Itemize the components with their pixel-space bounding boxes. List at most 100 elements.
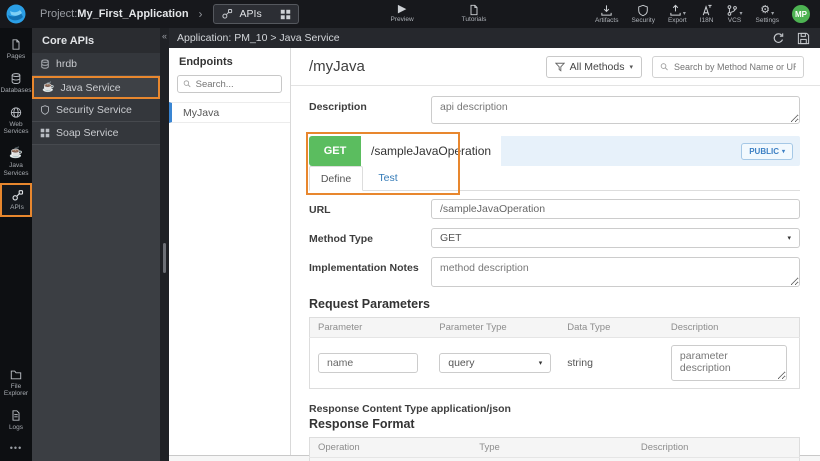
api-title: /myJava: [309, 58, 365, 75]
http-method-badge[interactable]: GET: [309, 136, 361, 166]
tab-apis[interactable]: APIs: [212, 4, 299, 24]
preview-label: Preview: [390, 16, 414, 24]
caret-down-icon: ▾: [629, 63, 633, 71]
preview-button[interactable]: ▶ Preview: [391, 4, 414, 24]
method-type-select[interactable]: GET ▾: [431, 228, 800, 248]
project-label[interactable]: Project:My_First_Application: [40, 8, 189, 20]
endpoints-search-input[interactable]: [195, 78, 276, 90]
database-icon: [11, 72, 21, 84]
user-avatar[interactable]: MP: [792, 5, 810, 23]
endpoint-item-myjava[interactable]: MyJava: [169, 102, 290, 123]
left-icon-sidebar: Pages Databases Web Services ☕ Java Serv…: [0, 28, 32, 461]
download-icon: [601, 5, 612, 16]
method-search-input[interactable]: [673, 61, 796, 72]
column-header: Parameter Type: [431, 317, 560, 338]
caret-down-icon: ▾: [787, 235, 791, 242]
column-header: Description: [662, 317, 800, 338]
settings-label: Settings: [755, 16, 780, 24]
panel-collapse-strip: «: [160, 28, 169, 461]
core-api-label: Security Service: [56, 104, 132, 116]
security-label: Security: [631, 16, 655, 24]
sidebar-item-databases[interactable]: Databases: [0, 66, 32, 100]
column-header: Type: [471, 437, 633, 458]
pages-label: Pages: [6, 53, 26, 60]
language-icon: [702, 4, 712, 16]
operation-header: GET /sampleJavaOperation PUBLIC ▾: [309, 136, 800, 166]
core-api-item-java-service[interactable]: ☕ Java Service: [32, 76, 160, 99]
topbar-actions: Artifacts Security ▾ Export I18N ▾ VCS ⚙…: [595, 4, 810, 25]
access-label: PUBLIC: [749, 146, 779, 156]
settings-button[interactable]: ⚙ ▾ Settings: [756, 4, 780, 25]
operation-block: GET /sampleJavaOperation PUBLIC ▾ Define…: [306, 132, 800, 195]
parameter-type-select[interactable]: query ▾: [439, 353, 552, 373]
all-methods-dropdown[interactable]: All Methods ▾: [545, 55, 642, 78]
sidebar-item-pages[interactable]: Pages: [0, 32, 32, 66]
tab-test[interactable]: Test: [363, 166, 413, 190]
tutorials-button[interactable]: Tutorials: [462, 4, 486, 24]
core-api-item-soap-service[interactable]: Soap Service: [32, 122, 160, 145]
tab-define[interactable]: Define: [309, 166, 363, 191]
sidebar-item-logs[interactable]: Logs: [0, 403, 32, 437]
soap-icon: [40, 128, 50, 138]
shield-icon: [638, 4, 648, 16]
access-dropdown[interactable]: PUBLIC ▾: [741, 142, 793, 160]
play-icon: ▶: [397, 3, 407, 16]
document-icon: [470, 5, 478, 16]
artifacts-button[interactable]: Artifacts: [595, 4, 618, 25]
pages-icon: [12, 39, 20, 50]
artifacts-label: Artifacts: [594, 16, 619, 24]
collapse-panel-icon[interactable]: «: [160, 28, 169, 44]
type-cell: string: [471, 458, 633, 461]
sidebar-item-java-services[interactable]: ☕ Java Services: [0, 141, 32, 183]
operation-cell: sampleJavaOperation: [310, 458, 472, 461]
file-explorer-label: File Explorer: [3, 382, 29, 398]
operation-path[interactable]: /sampleJavaOperation: [361, 136, 502, 166]
core-api-label: Java Service: [60, 81, 121, 94]
logs-label: Logs: [8, 424, 24, 432]
sidebar-item-file-explorer[interactable]: File Explorer: [0, 362, 32, 404]
parameter-description-textarea[interactable]: parameter description: [670, 345, 787, 381]
url-input[interactable]: [431, 199, 800, 219]
export-button[interactable]: ▾ Export: [668, 4, 687, 25]
description-textarea[interactable]: api description: [431, 96, 800, 124]
more-options-icon[interactable]: •••: [0, 437, 32, 461]
scrollbar-thumb[interactable]: [163, 243, 166, 273]
data-type-value: string: [567, 357, 593, 369]
api-designer-panel: /myJava All Methods ▾ Search by Method N…: [291, 48, 820, 461]
grid-icon[interactable]: [280, 9, 291, 20]
top-bar: Project:My_First_Application › APIs ▶ Pr…: [0, 0, 820, 28]
i18n-button[interactable]: I18N: [699, 4, 714, 25]
wavemaker-logo-icon[interactable]: [6, 4, 26, 24]
response-content-type-label: Response Content Type: [309, 403, 429, 415]
project-name: My_First_Application: [77, 8, 189, 20]
parameter-name-input[interactable]: [318, 353, 418, 373]
database-icon: [41, 59, 49, 69]
core-api-item-security-service[interactable]: Security Service: [32, 99, 160, 122]
filter-icon: [554, 62, 565, 72]
description-cell: No description found: [633, 458, 800, 461]
search-icon: [183, 80, 191, 88]
core-apis-title: Core APIs: [32, 28, 160, 53]
security-button[interactable]: Security: [631, 4, 655, 25]
apis-label: APIs: [10, 203, 24, 211]
sidebar-item-apis[interactable]: APIs: [0, 182, 32, 217]
endpoints-search[interactable]: [177, 75, 282, 93]
api-icon: [221, 9, 232, 19]
endpoints-title: Endpoints: [179, 56, 233, 68]
method-search[interactable]: [652, 55, 804, 78]
coffee-icon: ☕: [42, 81, 55, 93]
folder-icon: [10, 370, 22, 379]
sidebar-item-web-services[interactable]: Web Services: [0, 100, 32, 142]
save-icon[interactable]: [797, 32, 810, 45]
api-icon: [11, 189, 23, 201]
request-parameters-table: Parameter Parameter Type Data Type Descr…: [309, 317, 800, 389]
table-row: sampleJavaOperation string No descriptio…: [310, 458, 800, 461]
i18n-label: I18N: [699, 16, 714, 24]
operation-tabs: Define Test: [309, 166, 800, 191]
vcs-button[interactable]: ▾ VCS: [726, 4, 743, 25]
core-api-item-hrdb[interactable]: hrdb: [32, 53, 160, 76]
databases-label: Databases: [0, 86, 32, 94]
reload-icon[interactable]: [772, 32, 785, 45]
branch-icon: [728, 4, 738, 16]
impl-notes-textarea[interactable]: method description: [431, 257, 800, 287]
